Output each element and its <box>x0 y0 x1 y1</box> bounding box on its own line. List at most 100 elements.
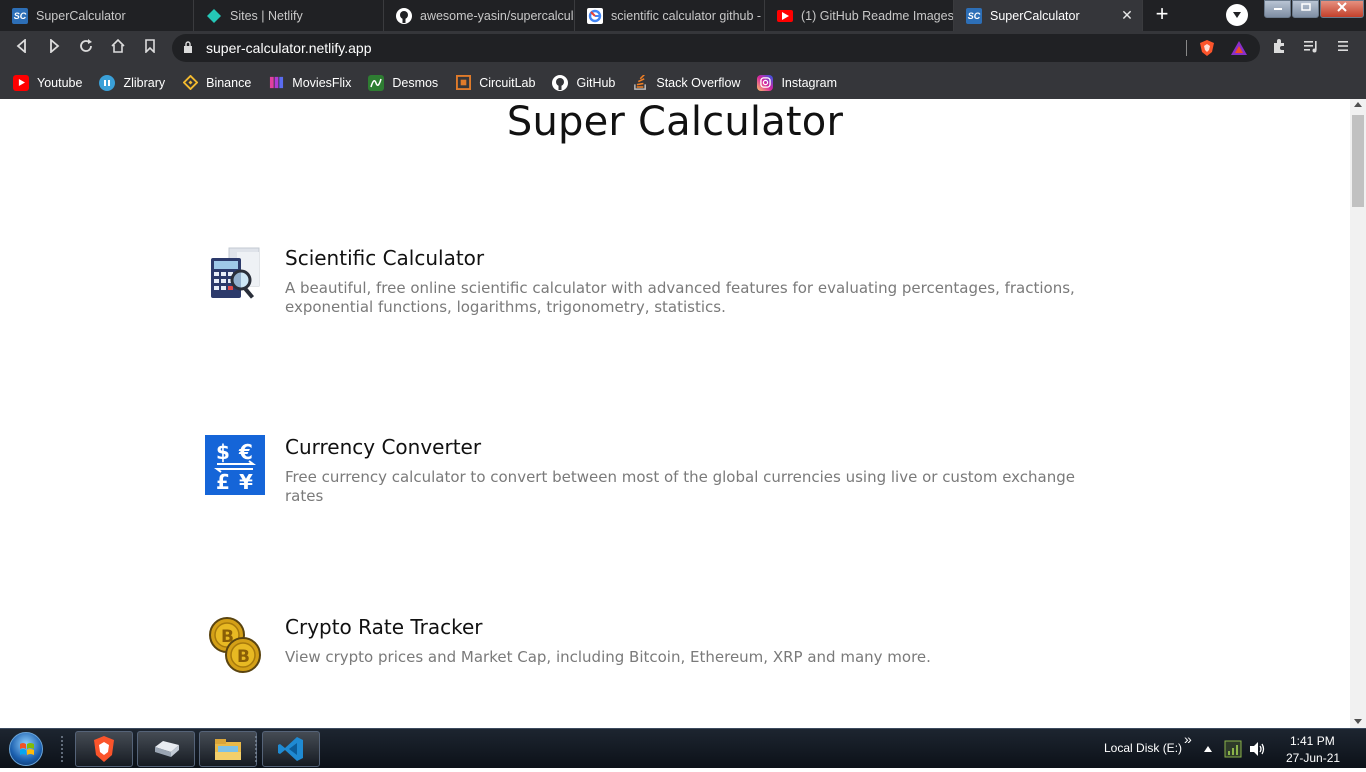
bitcoin-coins-icon: B B <box>205 615 265 675</box>
browser-toolbar: super-calculator.netlify.app <box>0 31 1366 66</box>
bookmark-github[interactable]: GitHub <box>552 74 615 91</box>
brave-rewards-icon[interactable] <box>1230 39 1248 57</box>
bookmark-label: Youtube <box>37 75 83 90</box>
bookmark-desmos[interactable]: Desmos <box>368 74 439 91</box>
tab-supercalculator-1[interactable]: SC SuperCalculator <box>0 0 194 31</box>
puzzle-piece-icon <box>1274 39 1284 53</box>
close-tab-icon[interactable]: ✕ <box>1120 8 1134 22</box>
tab-youtube-video[interactable]: (1) GitHub Readme Images T <box>765 0 954 31</box>
card-title[interactable]: Crypto Rate Tracker <box>285 615 483 639</box>
bookmark-zlibrary[interactable]: Zlibrary <box>99 74 166 91</box>
forward-arrow-icon <box>50 38 60 54</box>
clock-date[interactable]: 27-Jun-21 <box>1286 751 1340 765</box>
bookmark-binance[interactable]: Binance <box>182 75 251 91</box>
new-tab-button[interactable]: + <box>1150 3 1174 27</box>
vscode-icon <box>278 737 303 761</box>
tab-title: SuperCalculator <box>36 8 126 23</box>
scroll-down-arrow-icon[interactable] <box>1354 719 1362 724</box>
reload-button[interactable] <box>74 37 98 61</box>
bookmark-circuitlab[interactable]: CircuitLab <box>455 75 535 91</box>
clock-time[interactable]: 1:41 PM <box>1290 734 1335 748</box>
show-hidden-icons-button[interactable] <box>1204 743 1212 755</box>
bookmark-stackoverflow[interactable]: Stack Overflow <box>632 75 740 91</box>
reload-icon <box>80 39 92 52</box>
home-button[interactable] <box>106 37 130 61</box>
browser-menu-button[interactable] <box>1332 38 1354 60</box>
windows-taskbar: Local Disk (E:) » 1:41 PM 27-Jun-21 <box>0 728 1366 768</box>
tab-search-dropdown-icon[interactable] <box>1226 4 1248 26</box>
supercalculator-icon: SC <box>966 7 982 24</box>
github-icon <box>396 7 412 24</box>
taskbar-drive[interactable] <box>137 731 195 767</box>
brave-shields-icon[interactable] <box>1198 39 1216 57</box>
tab-netlify[interactable]: Sites | Netlify <box>194 0 384 31</box>
forward-button[interactable] <box>42 37 66 61</box>
card-title[interactable]: Currency Converter <box>285 435 481 459</box>
back-button[interactable] <box>10 37 34 61</box>
network-icon[interactable] <box>1224 740 1242 761</box>
file-explorer-icon <box>215 739 241 760</box>
scroll-up-arrow-icon[interactable] <box>1354 102 1362 107</box>
card-description: Free currency calculator to convert betw… <box>285 468 1075 505</box>
home-icon <box>111 38 125 53</box>
calculator-magnifier-icon <box>205 246 265 306</box>
bookmark-button[interactable] <box>138 37 162 61</box>
svg-text:£: £ <box>216 470 230 494</box>
playlist-icon <box>1304 41 1317 53</box>
browser-tab-strip: SC SuperCalculator Sites | Netlify aweso… <box>0 0 1366 31</box>
tab-title: Sites | Netlify <box>230 8 303 23</box>
svg-text:€: € <box>238 440 253 464</box>
crypto-rate-tracker-card[interactable]: B B Crypto Rate Tracker View crypto pric… <box>205 615 1125 679</box>
tab-github-repo[interactable]: awesome-yasin/supercalculat <box>384 0 575 31</box>
scrollbar-thumb[interactable] <box>1352 115 1364 207</box>
zlibrary-icon <box>99 74 116 91</box>
youtube-icon <box>777 9 793 22</box>
address-bar-divider <box>1186 40 1187 56</box>
drive-icon <box>155 741 179 757</box>
taskbar-file-explorer[interactable] <box>199 731 257 767</box>
card-description: View crypto prices and Market Cap, inclu… <box>285 648 931 666</box>
tab-google-search[interactable]: scientific calculator github - G <box>575 0 765 31</box>
close-window-button[interactable] <box>1320 0 1364 18</box>
page-scrollbar[interactable] <box>1350 99 1366 728</box>
currency-converter-card[interactable]: $ € £ ¥ Currency Converter Free currency… <box>205 435 1125 505</box>
bookmark-moviesflix[interactable]: MoviesFlix <box>268 75 351 91</box>
drive-label[interactable]: Local Disk (E:) <box>1104 741 1182 755</box>
taskbar-brave-browser[interactable] <box>75 731 133 767</box>
svg-text:B: B <box>237 647 250 667</box>
start-button[interactable] <box>6 731 46 767</box>
address-bar[interactable]: super-calculator.netlify.app <box>172 34 1260 62</box>
address-url: super-calculator.netlify.app <box>206 40 372 56</box>
bookmark-icon <box>145 39 155 54</box>
playlist-button[interactable] <box>1300 38 1322 60</box>
card-title[interactable]: Scientific Calculator <box>285 246 484 270</box>
taskbar-vscode[interactable] <box>262 731 320 767</box>
bookmark-youtube[interactable]: Youtube <box>13 74 83 91</box>
bookmarks-bar: Youtube Zlibrary Binance MoviesFlix Desm… <box>0 66 1366 99</box>
currency-exchange-icon: $ € £ ¥ <box>205 435 265 495</box>
stackoverflow-icon <box>632 75 648 91</box>
minimize-button[interactable] <box>1264 0 1291 18</box>
page-title: Super Calculator <box>506 99 844 145</box>
moviesflix-icon <box>268 75 284 91</box>
bookmark-label: Desmos <box>392 75 439 90</box>
bookmark-label: CircuitLab <box>479 75 536 90</box>
bookmark-label: Binance <box>206 75 252 90</box>
bookmark-instagram[interactable]: Instagram <box>757 74 837 91</box>
bookmark-label: Zlibrary <box>123 75 166 90</box>
lock-icon <box>184 41 192 53</box>
toolbar-overflow-icon[interactable]: » <box>1184 731 1192 747</box>
card-description: A beautiful, free online scientific calc… <box>285 279 1075 316</box>
scientific-calculator-card[interactable]: Scientific Calculator A beautiful, free … <box>205 246 1125 326</box>
tab-supercalculator-active[interactable]: SC SuperCalculator ✕ <box>954 0 1143 31</box>
taskbar-grip <box>60 735 64 763</box>
windows-logo-icon <box>9 732 43 766</box>
extensions-button[interactable] <box>1268 38 1290 60</box>
page-viewport: Super Calculator Scientific Calculator A… <box>0 99 1350 728</box>
volume-icon[interactable] <box>1249 741 1265 760</box>
maximize-button[interactable] <box>1292 0 1319 18</box>
instagram-icon <box>757 74 774 91</box>
tab-title: scientific calculator github - G <box>611 8 764 23</box>
svg-text:¥: ¥ <box>239 470 253 494</box>
youtube-icon <box>13 74 29 91</box>
